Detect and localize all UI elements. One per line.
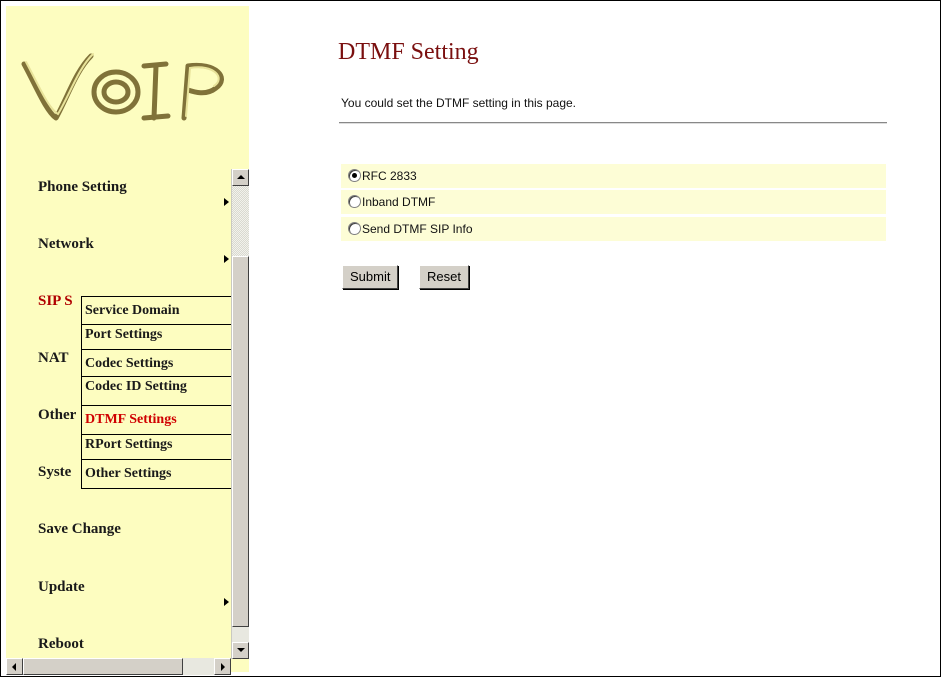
nav-system[interactable]: Syste bbox=[38, 464, 71, 481]
update-arrow-icon bbox=[224, 598, 229, 606]
option-label-send-dtmf-sip-info: Send DTMF SIP Info bbox=[362, 222, 473, 236]
submenu-service-domain[interactable]: Service Domain bbox=[82, 297, 232, 325]
submenu-dtmf-settings[interactable]: DTMF Settings bbox=[82, 406, 232, 435]
submenu-codec-id-setting[interactable]: Codec ID Setting bbox=[82, 377, 232, 406]
scroll-down-icon bbox=[237, 648, 245, 652]
vertical-scroll-thumb[interactable] bbox=[232, 256, 249, 627]
scroll-right-button[interactable] bbox=[214, 658, 231, 675]
submit-button[interactable]: Submit bbox=[342, 265, 399, 289]
option-row-inband-dtmf[interactable]: Inband DTMF bbox=[341, 190, 886, 214]
nav-sip-setting[interactable]: SIP S bbox=[38, 293, 73, 310]
nav-update[interactable]: Update bbox=[38, 579, 85, 596]
nav-save-change[interactable]: Save Change bbox=[38, 521, 121, 538]
radio-rfc2833[interactable] bbox=[348, 169, 361, 182]
scroll-left-button[interactable] bbox=[6, 658, 23, 675]
sip-setting-submenu: Service Domain Port Settings Codec Setti… bbox=[81, 296, 233, 489]
submenu-rport-settings[interactable]: RPort Settings bbox=[82, 435, 232, 460]
option-row-send-dtmf-sip-info[interactable]: Send DTMF SIP Info bbox=[341, 217, 886, 241]
scrollbar-track[interactable] bbox=[232, 186, 249, 256]
nav-other[interactable]: Other bbox=[38, 407, 76, 424]
option-label-inband-dtmf: Inband DTMF bbox=[362, 195, 436, 209]
submenu-codec-settings[interactable]: Codec Settings bbox=[82, 350, 232, 377]
page-description: You could set the DTMF setting in this p… bbox=[341, 96, 577, 110]
nav-nat[interactable]: NAT bbox=[38, 350, 69, 367]
option-label-rfc2833: RFC 2833 bbox=[362, 169, 417, 183]
phone-setting-arrow-icon bbox=[224, 198, 229, 206]
scroll-up-icon bbox=[237, 175, 245, 179]
browser-frame: Phone Setting Network SIP S NAT Other Sy… bbox=[0, 0, 941, 677]
option-row-rfc2833[interactable]: RFC 2833 bbox=[341, 164, 886, 188]
submenu-port-settings[interactable]: Port Settings bbox=[82, 325, 232, 350]
submenu-other-settings[interactable]: Other Settings bbox=[82, 460, 232, 488]
sidebar-vertical-scrollbar[interactable] bbox=[231, 169, 249, 659]
nav-reboot[interactable]: Reboot bbox=[38, 636, 84, 653]
divider bbox=[339, 122, 887, 124]
horizontal-scroll-thumb[interactable] bbox=[23, 658, 183, 675]
scroll-up-button[interactable] bbox=[232, 169, 249, 186]
voip-logo bbox=[21, 53, 224, 121]
radio-inband-dtmf[interactable] bbox=[348, 195, 361, 208]
left-nav-panel: Phone Setting Network SIP S NAT Other Sy… bbox=[6, 6, 249, 672]
scroll-left-icon bbox=[12, 663, 16, 671]
nav-phone-setting[interactable]: Phone Setting bbox=[38, 179, 127, 196]
main-content: DTMF Setting You could set the DTMF sett… bbox=[251, 1, 940, 676]
reset-button[interactable]: Reset bbox=[419, 265, 469, 289]
scroll-right-icon bbox=[221, 663, 225, 671]
radio-send-dtmf-sip-info[interactable] bbox=[348, 222, 361, 235]
sidebar-horizontal-scrollbar[interactable] bbox=[6, 658, 231, 675]
scroll-down-button[interactable] bbox=[232, 642, 249, 659]
network-arrow-icon bbox=[224, 255, 229, 263]
page-title: DTMF Setting bbox=[338, 39, 479, 65]
nav-network[interactable]: Network bbox=[38, 236, 94, 253]
